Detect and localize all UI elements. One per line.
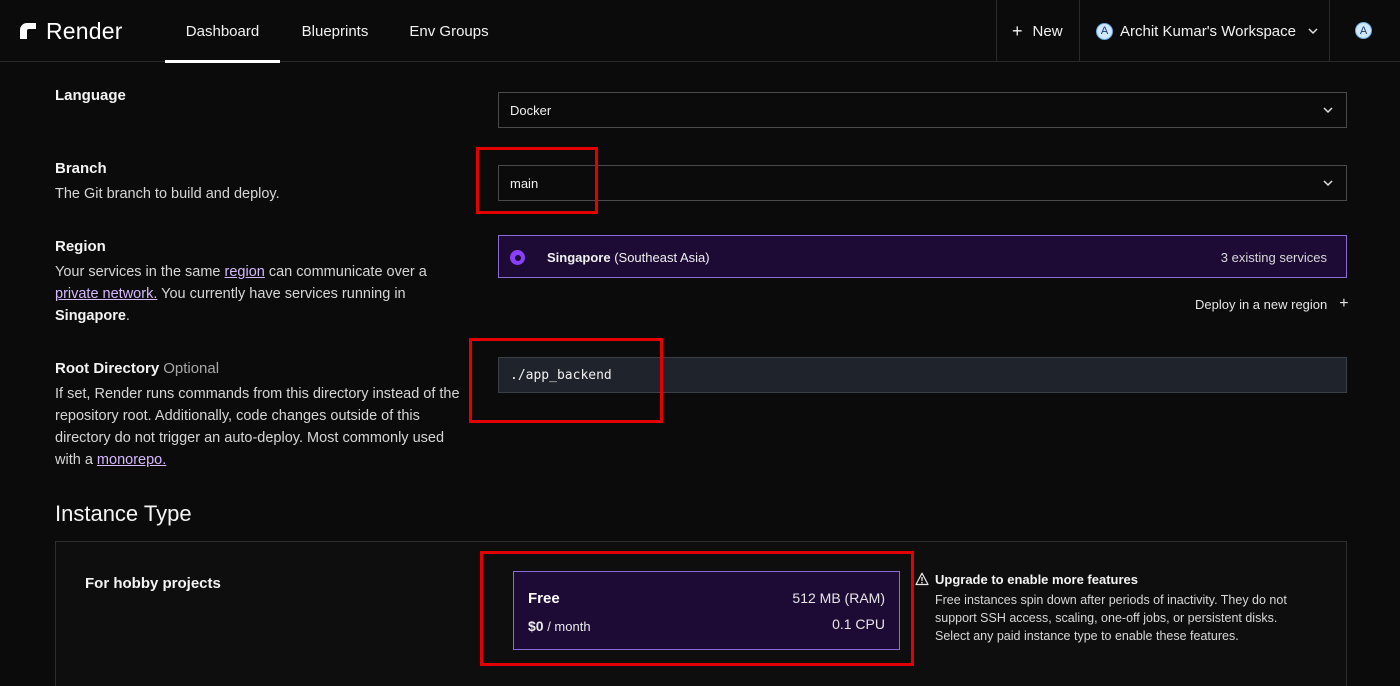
region-desc-text: . <box>125 308 130 324</box>
tab-blueprints-label: Blueprints <box>301 22 369 40</box>
logo-text: Render <box>46 17 123 44</box>
monorepo-link[interactable]: monorepo. <box>97 452 166 468</box>
region-desc-text: can communicate over a <box>264 264 427 280</box>
plan-card-free[interactable]: Free $0 / month 512 MB (RAM) 0.1 CPU <box>513 571 900 650</box>
tab-env-groups-label: Env Groups <box>409 22 489 40</box>
private-network-link[interactable]: private network. <box>55 286 157 302</box>
plan-ram: 512 MB (RAM) <box>792 590 885 606</box>
warning-icon <box>915 572 929 586</box>
workspace-switcher[interactable]: A Archit Kumar's Workspace <box>1096 0 1319 62</box>
root-directory-description: If set, Render runs commands from this d… <box>55 383 465 471</box>
workspace-avatar: A <box>1096 22 1113 40</box>
language-value: Docker <box>510 102 552 118</box>
plan-name: Free <box>528 590 560 607</box>
plus-icon: + <box>1339 295 1349 312</box>
branch-value: main <box>510 175 539 191</box>
nav-divider <box>1079 0 1080 62</box>
new-button[interactable]: + New <box>1012 0 1063 62</box>
render-logo[interactable]: Render <box>18 18 123 44</box>
region-option-singapore[interactable]: Singapore (Southeast Asia) 3 existing se… <box>498 235 1347 278</box>
root-directory-title: Root Directory <box>55 360 160 377</box>
plan-price-suffix: / month <box>543 619 591 634</box>
chevron-down-icon <box>1323 180 1333 187</box>
root-directory-label: Root Directory Optional <box>55 360 219 377</box>
hobby-projects-label: For hobby projects <box>85 575 221 592</box>
plan-cpu: 0.1 CPU <box>832 616 885 632</box>
instance-type-title: Instance Type <box>55 501 192 526</box>
tab-env-groups[interactable]: Env Groups <box>400 0 498 62</box>
plan-price: $0 / month <box>528 618 591 634</box>
radio-selected-icon <box>510 250 525 265</box>
upgrade-text: Free instances spin down after periods o… <box>935 593 1287 643</box>
existing-services-count: 3 existing services <box>1220 250 1327 265</box>
nav-divider <box>1329 0 1330 62</box>
top-nav: Render Dashboard Blueprints Env Groups +… <box>0 0 1400 63</box>
render-logo-icon <box>20 23 36 39</box>
plus-icon: + <box>1012 21 1023 41</box>
region-desc-text: Your services in the same <box>55 264 225 280</box>
tab-dashboard[interactable]: Dashboard <box>165 0 280 63</box>
region-option-area: (Southeast Asia) <box>610 250 710 265</box>
region-current-location: Singapore <box>55 308 126 324</box>
tab-blueprints[interactable]: Blueprints <box>290 0 380 62</box>
chevron-down-icon <box>1323 107 1333 114</box>
root-directory-value: ./app_backend <box>510 367 612 383</box>
region-desc-text: You currently have services running in <box>157 286 406 302</box>
chevron-down-icon <box>1308 28 1318 35</box>
region-label: Region <box>55 238 106 255</box>
deploy-new-region-button[interactable]: Deploy in a new region + <box>1195 296 1349 312</box>
tab-dashboard-label: Dashboard <box>185 22 260 40</box>
branch-description: The Git branch to build and deploy. <box>55 186 280 202</box>
language-select[interactable]: Docker <box>498 92 1347 128</box>
root-directory-input[interactable]: ./app_backend <box>498 357 1347 393</box>
workspace-label: Archit Kumar's Workspace <box>1120 22 1296 40</box>
plan-price-amount: $0 <box>528 618 544 634</box>
nav-divider <box>996 0 997 62</box>
region-option-city: Singapore <box>547 250 611 265</box>
new-button-label: New <box>1032 22 1063 40</box>
language-label: Language <box>55 87 126 104</box>
deploy-new-region-label: Deploy in a new region <box>1195 296 1328 312</box>
region-description: Your services in the same region can com… <box>55 261 465 327</box>
region-link[interactable]: region <box>225 264 265 280</box>
upgrade-title: Upgrade to enable more features <box>935 572 1138 587</box>
optional-tag: Optional <box>163 360 220 377</box>
region-option-name: Singapore (Southeast Asia) <box>547 250 710 265</box>
user-avatar[interactable]: A <box>1355 22 1372 39</box>
branch-select[interactable]: main <box>498 165 1347 201</box>
branch-label: Branch <box>55 160 107 177</box>
